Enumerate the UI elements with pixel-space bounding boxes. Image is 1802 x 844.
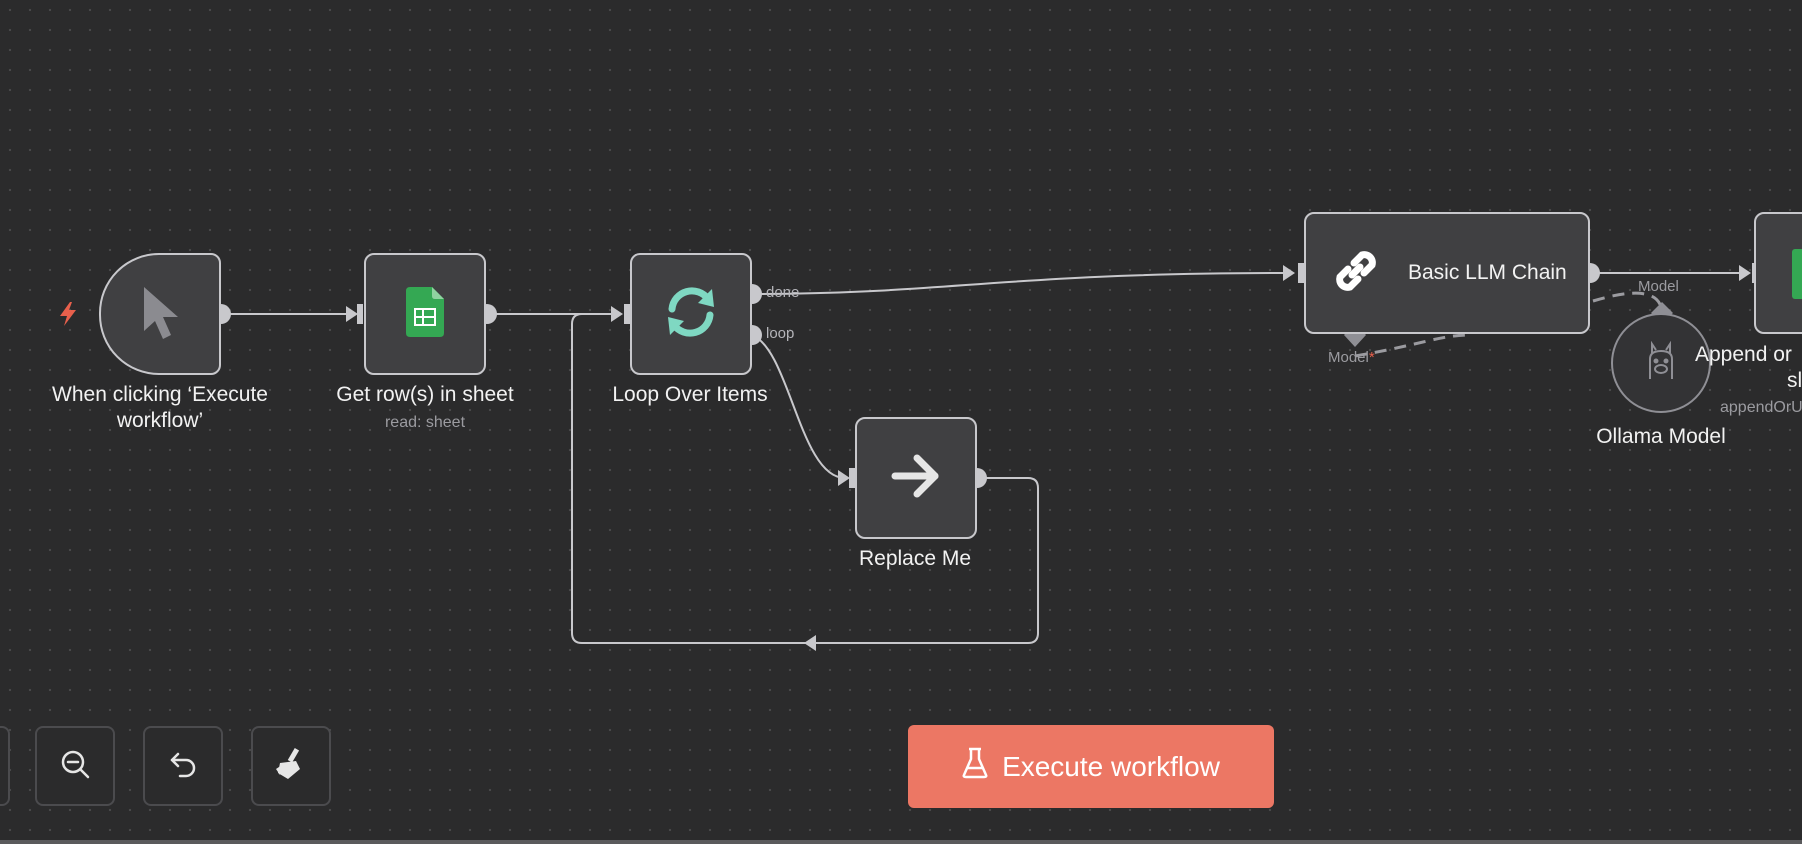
link-icon [1328, 243, 1384, 304]
node-label-sheets: Get row(s) in sheet [336, 383, 514, 406]
arrow-head [838, 470, 850, 486]
node-basic-llm-chain[interactable]: Basic LLM Chain [1304, 212, 1590, 334]
arrow-right-icon [891, 453, 941, 504]
node-replace-me[interactable] [855, 417, 977, 539]
port-label-ollama-model: Model [1638, 278, 1679, 295]
node-label-append: Append or sl [1695, 343, 1802, 392]
node-append-sheet[interactable] [1754, 212, 1802, 334]
arrow-head [804, 635, 816, 651]
refresh-icon [662, 283, 720, 346]
node-google-sheets[interactable] [364, 253, 486, 375]
google-sheets-icon [406, 286, 444, 342]
arrow-head [1739, 265, 1751, 281]
connection-loop-done-llm [751, 272, 1291, 295]
zoom-out-button[interactable] [35, 726, 115, 806]
bottom-divider [0, 840, 1802, 844]
flask-icon [962, 747, 988, 786]
clear-execution-button[interactable] [251, 726, 331, 806]
node-label-trigger: When clicking ‘Execute workflow’ [52, 383, 268, 432]
input-handle [357, 304, 363, 324]
port-label-model: Model* [1328, 349, 1375, 366]
node-label-replace: Replace Me [858, 547, 972, 570]
zoom-out-icon [59, 748, 91, 785]
node-subtitle-append: appendOrU [1720, 399, 1802, 416]
cursor-icon [138, 283, 182, 346]
output-label-done: done [766, 284, 800, 301]
execute-workflow-button[interactable]: Execute workflow [908, 725, 1274, 808]
broom-icon [274, 747, 308, 786]
arrow-head [346, 306, 358, 322]
undo-icon [168, 750, 198, 783]
node-subtitle-sheets: read: sheet [384, 414, 466, 431]
llama-icon [1644, 340, 1678, 386]
node-manual-trigger[interactable] [99, 253, 221, 375]
node-label-llm-chain: Basic LLM Chain [1408, 261, 1567, 284]
connection-model-link-2 [1592, 291, 1664, 313]
undo-button[interactable] [143, 726, 223, 806]
zoom-in-button[interactable] [0, 726, 10, 806]
arrow-head [1283, 265, 1295, 281]
node-label-ollama: Ollama Model [1596, 425, 1726, 448]
lightning-icon [56, 300, 80, 328]
google-sheets-icon [1792, 249, 1802, 299]
node-label-loop: Loop Over Items [612, 383, 768, 406]
execute-workflow-label: Execute workflow [1002, 750, 1220, 782]
arrow-head [611, 306, 623, 322]
node-loop-over-items[interactable] [630, 253, 752, 375]
output-label-loop: loop [766, 325, 795, 342]
